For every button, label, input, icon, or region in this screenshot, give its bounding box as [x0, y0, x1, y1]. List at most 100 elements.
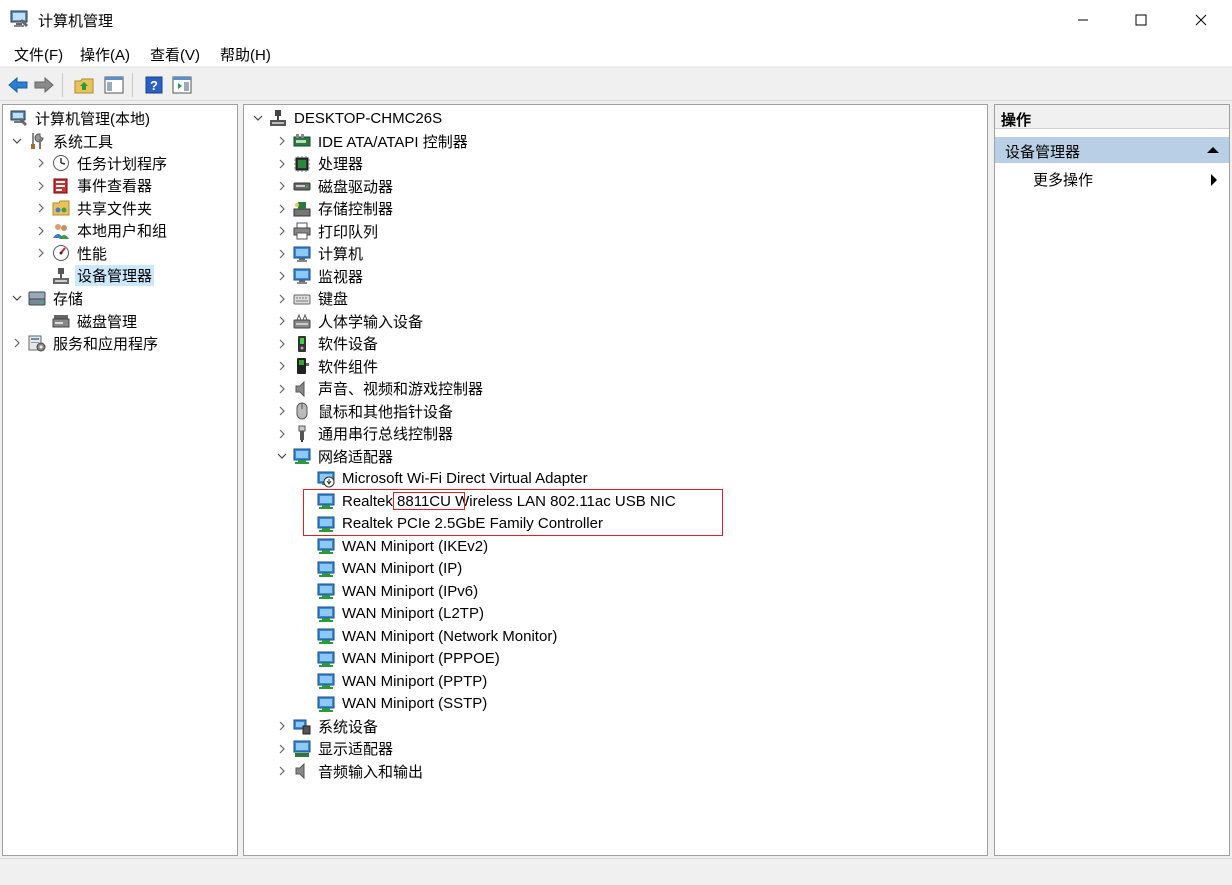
expand-chevron-right-icon[interactable] [276, 760, 288, 782]
computer-management-icon [10, 10, 30, 28]
network-adapter-item[interactable]: WAN Miniport (Network Monitor) [300, 625, 559, 647]
network-adapter-item[interactable]: WAN Miniport (PPPOE) [300, 648, 502, 670]
device-category[interactable]: 音频输入和输出 [276, 760, 425, 782]
processor-icon [292, 154, 312, 174]
device-category[interactable]: 鼠标和其他指针设备 [276, 400, 455, 422]
expand-chevron-down-icon[interactable] [276, 445, 288, 467]
device-category[interactable]: 磁盘驱动器 [276, 175, 395, 197]
tree-item-system-tool[interactable]: 性能 [35, 242, 109, 264]
expand-chevron-right-icon[interactable] [11, 332, 23, 354]
tree-item-label: 任务计划程序 [77, 155, 168, 173]
expand-chevron-right-icon[interactable] [35, 220, 47, 242]
pane-splitter[interactable] [238, 104, 241, 856]
menu-file[interactable]: 文件(F) [14, 44, 63, 65]
network-adapter-item[interactable]: WAN Miniport (PPTP) [300, 670, 489, 692]
expand-chevron-down-icon[interactable] [11, 130, 23, 152]
expand-chevron-right-icon[interactable] [276, 333, 288, 355]
close-button[interactable] [1172, 0, 1230, 40]
expand-chevron-down-icon[interactable] [11, 287, 23, 309]
device-category[interactable]: 显示适配器 [276, 738, 395, 760]
expand-chevron-right-icon[interactable] [35, 152, 47, 174]
expand-chevron-right-icon[interactable] [276, 378, 288, 400]
show-action-pane-button[interactable] [170, 73, 194, 97]
device-category[interactable]: 软件组件 [276, 355, 380, 377]
expand-chevron-right-icon[interactable] [35, 175, 47, 197]
network-adapter-item[interactable]: WAN Miniport (IKEv2) [300, 535, 490, 557]
tree-item-label: DESKTOP-CHMC26S [294, 109, 443, 127]
expand-chevron-right-icon[interactable] [276, 220, 288, 242]
device-category[interactable]: 系统设备 [276, 715, 380, 737]
tree-item-label: WAN Miniport (SSTP) [342, 695, 488, 712]
expand-chevron-right-icon[interactable] [35, 197, 47, 219]
tree-item-system-tools[interactable]: 系统工具 [11, 130, 115, 152]
expand-chevron-down-icon[interactable] [252, 107, 264, 129]
network-adapter-item[interactable]: WAN Miniport (IPv6) [300, 580, 480, 602]
network-adapter-item[interactable]: WAN Miniport (SSTP) [300, 693, 489, 715]
device-category[interactable]: 打印队列 [276, 220, 380, 242]
device-category[interactable]: 存储控制器 [276, 198, 395, 220]
status-bar [0, 858, 1232, 885]
expand-chevron-right-icon[interactable] [276, 153, 288, 175]
expand-chevron-right-icon[interactable] [276, 400, 288, 422]
tree-item-disk-management[interactable]: 磁盘管理 [35, 310, 139, 332]
expand-chevron-right-icon[interactable] [276, 130, 288, 152]
expand-chevron-right-icon[interactable] [276, 198, 288, 220]
minimize-button[interactable] [1054, 0, 1112, 40]
tree-item-system-tool[interactable]: 本地用户和组 [35, 220, 169, 242]
device-category[interactable]: 处理器 [276, 153, 365, 175]
device-category[interactable]: 声音、视频和游戏控制器 [276, 378, 485, 400]
maximize-button[interactable] [1112, 0, 1170, 40]
tree-item-system-tool[interactable]: 任务计划程序 [35, 152, 169, 174]
pane-splitter[interactable] [989, 104, 992, 856]
help-button[interactable]: ? [142, 73, 166, 97]
tree-item-label: 监视器 [318, 268, 364, 286]
up-folder-button[interactable] [72, 73, 96, 97]
tree-item-label: 事件查看器 [77, 178, 153, 195]
expand-chevron-right-icon[interactable] [35, 242, 47, 264]
tree-item-services-apps[interactable]: 服务和应用程序 [11, 332, 160, 354]
expand-chevron-right-icon[interactable] [276, 423, 288, 445]
menu-help[interactable]: 帮助(H) [220, 44, 271, 65]
network-adapter-item[interactable]: WAN Miniport (L2TP) [300, 603, 486, 625]
device-category[interactable]: 键盘 [276, 288, 350, 310]
actions-section-device-manager[interactable]: 设备管理器 [995, 137, 1229, 163]
tree-item-system-tool[interactable]: 共享文件夹 [35, 197, 154, 219]
device-category[interactable]: IDE ATA/ATAPI 控制器 [276, 130, 470, 152]
menu-view[interactable]: 查看(V) [150, 44, 200, 65]
device-category[interactable]: 人体学输入设备 [276, 310, 425, 332]
keyboard-icon [292, 289, 312, 309]
device-category[interactable]: 通用串行总线控制器 [276, 423, 455, 445]
tree-item-label: WAN Miniport (PPTP) [342, 672, 488, 690]
device-category-network-adapters[interactable]: 网络适配器 [276, 445, 395, 467]
expand-chevron-right-icon[interactable] [276, 310, 288, 332]
tree-item-label: 鼠标和其他指针设备 [318, 403, 454, 421]
tree-item-storage[interactable]: 存储 [11, 287, 85, 309]
tree-item-system-tool[interactable]: 事件查看器 [35, 175, 154, 197]
network-adapter-item[interactable]: WAN Miniport (IP) [300, 558, 464, 580]
back-button[interactable] [6, 73, 30, 97]
menu-action[interactable]: 操作(A) [80, 44, 130, 65]
expand-chevron-right-icon[interactable] [276, 265, 288, 287]
device-category[interactable]: 软件设备 [276, 333, 380, 355]
expand-chevron-right-icon[interactable] [276, 175, 288, 197]
show-hide-tree-button[interactable] [102, 73, 126, 97]
expand-chevron-right-icon[interactable] [276, 355, 288, 377]
expand-chevron-right-icon[interactable] [276, 243, 288, 265]
forward-button[interactable] [32, 73, 56, 97]
expand-chevron-right-icon[interactable] [276, 288, 288, 310]
tree-item-label: 存储 [53, 290, 84, 308]
network-adapter-item[interactable]: Microsoft Wi-Fi Direct Virtual Adapter [300, 468, 590, 490]
storage-icon [27, 288, 47, 308]
tree-item-computer-node[interactable]: DESKTOP-CHMC26S [252, 107, 444, 129]
expand-chevron-right-icon[interactable] [276, 738, 288, 760]
tree-item-computer-management[interactable]: 计算机管理(本地) [0, 107, 152, 129]
network-adapter-icon [316, 559, 336, 579]
expand-chevron-right-icon[interactable] [276, 715, 288, 737]
more-actions-item[interactable]: 更多操作 [1033, 169, 1093, 190]
tree-item-system-tool[interactable]: 设备管理器 [35, 265, 155, 287]
collapse-up-icon[interactable] [1207, 147, 1219, 153]
device-category[interactable]: 计算机 [276, 243, 365, 265]
device-category[interactable]: 监视器 [276, 265, 365, 287]
